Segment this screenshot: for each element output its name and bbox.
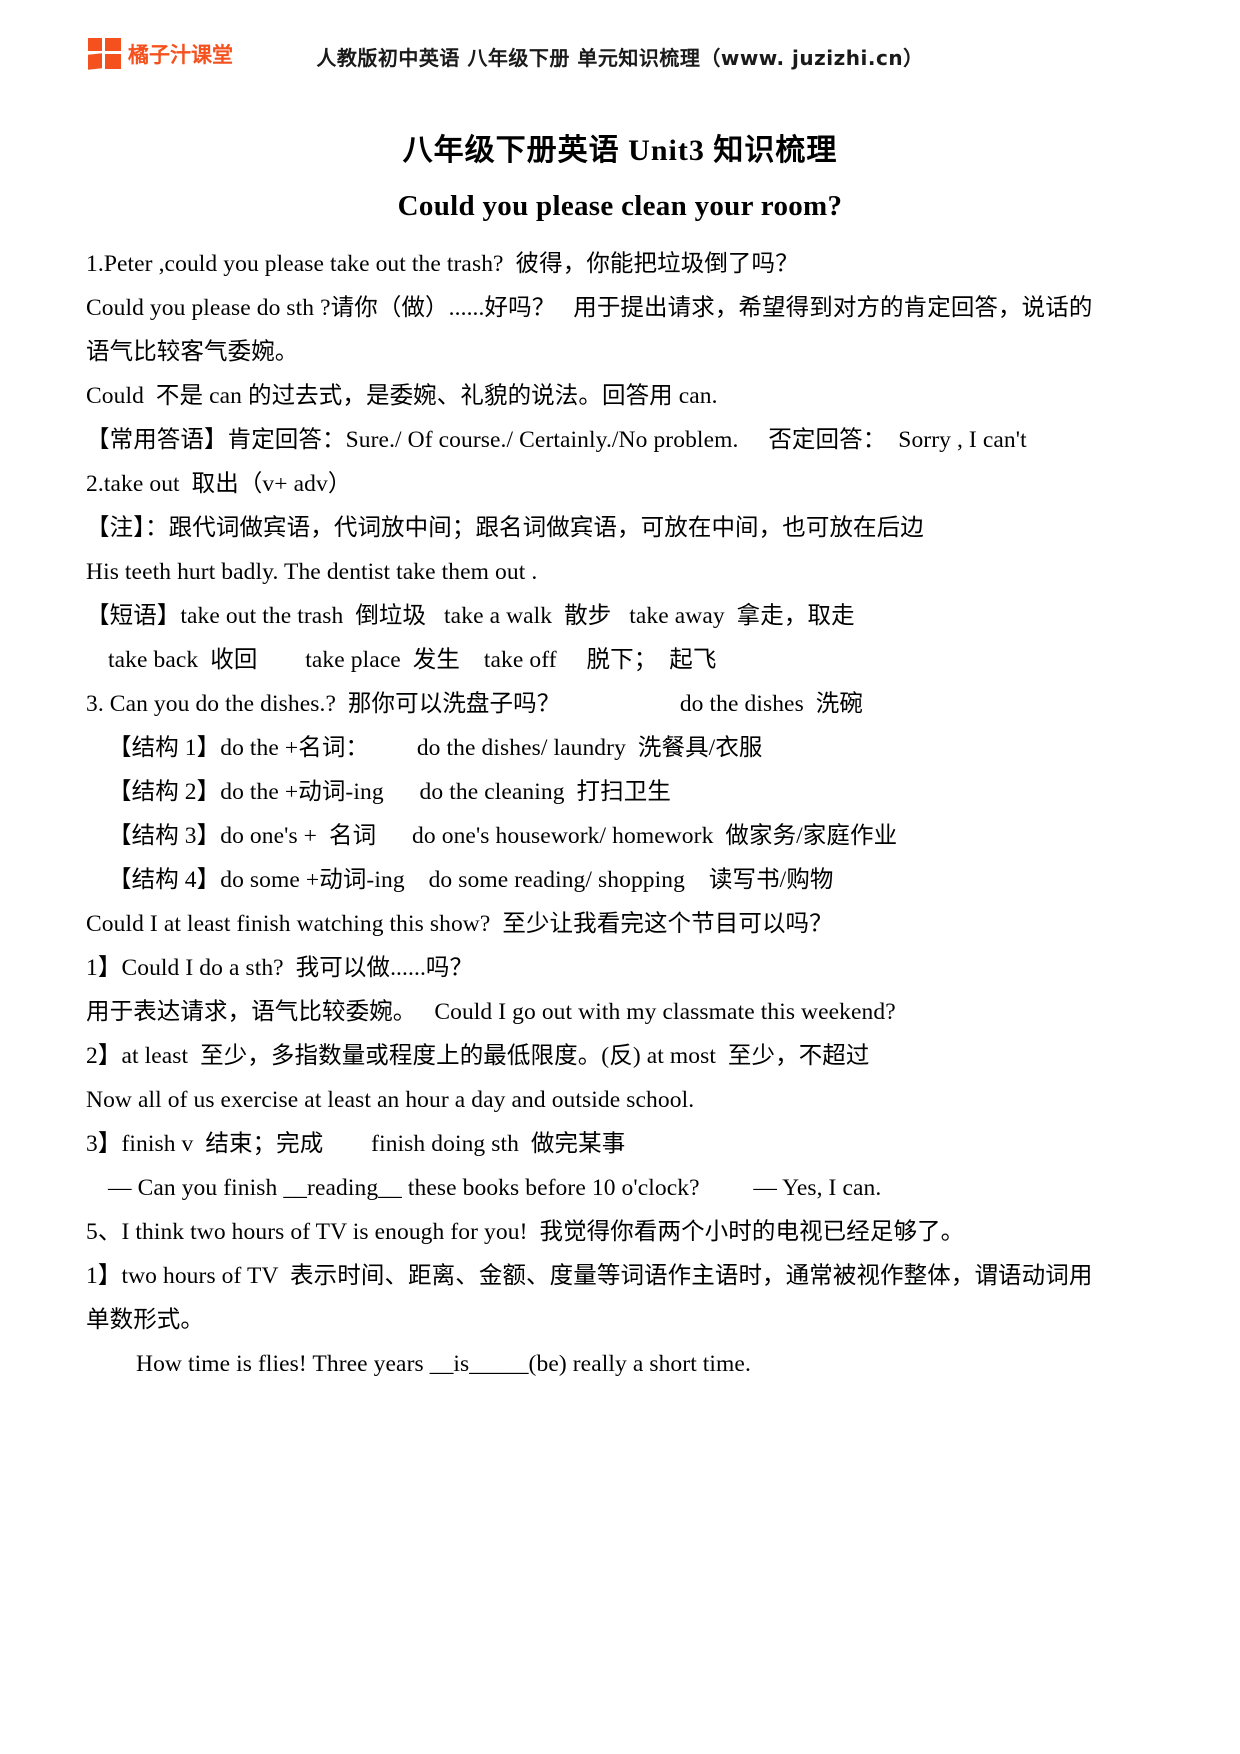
body-line: 【结构 1】do the +名词： do the dishes/ laundry… [108,735,763,761]
body-line: 3】finish v 结束；完成 finish doing sth 做完某事 [86,1131,626,1157]
body-line: His teeth hurt badly. The dentist take t… [86,559,538,585]
body-line: 2】at least 至少，多指数量或程度上的最低限度。(反) at most … [86,1043,870,1069]
page-title-en: Could you please clean your room? [397,190,843,222]
body-line: 【注】：跟代词做宾语，代词放中间；跟名词做宾语，可放在中间，也可放在后边 [86,515,924,541]
document-page: 橘子汁课堂 人教版初中英语 八年级下册 单元知识梳理（www. juzizhi.… [0,0,1240,1754]
body-line: 单数形式。 [86,1307,204,1333]
body-line: Could you please do sth ?请你（做）......好吗？ … [86,295,1093,321]
body-line: 【结构 2】do the +动词-ing do the cleaning 打扫卫… [108,779,671,805]
body-line: 【结构 4】do some +动词-ing do some reading/ s… [108,867,834,893]
body-line: 【短语】take out the trash 倒垃圾 take a walk 散… [86,603,855,629]
body-line: 【结构 3】do one's + 名词 do one's housework/ … [108,823,898,849]
body-line: 2.take out 取出（v+ adv） [86,471,352,497]
body-line: 语气比较客气委婉。 [86,339,299,365]
body-line: Could I at least finish watching this sh… [86,911,833,937]
body-line: How time is flies! Three years __is_____… [136,1351,751,1377]
body-line: Could 不是 can 的过去式，是委婉、礼貌的说法。回答用 can. [86,383,718,409]
header-title: 人教版初中英语 八年级下册 单元知识梳理（www. juzizhi.cn） [316,46,924,70]
body-line: 【常用答语】肯定回答：Sure./ Of course./ Certainly.… [86,427,1027,453]
page-header: 橘子汁课堂 人教版初中英语 八年级下册 单元知识梳理（www. juzizhi.… [0,36,1240,84]
body-line: 1】two hours of TV 表示时间、距离、金额、度量等词语作主语时，通… [86,1263,1093,1289]
body-line: 1】Could I do a sth? 我可以做......吗？ [86,955,474,981]
body-line: 用于表达请求，语气比较委婉。 Could I go out with my cl… [86,999,896,1025]
body-line: 3. Can you do the dishes.? 那你可以洗盘子吗？ do … [86,691,863,717]
body-line: 5、I think two hours of TV is enough for … [86,1219,965,1245]
document-body: 1.Peter ,could you please take out the t… [86,242,1156,1386]
page-title-cn: 八年级下册英语 Unit3 知识梳理 [402,134,838,167]
body-line: — Can you finish __reading__ these books… [108,1175,882,1201]
body-line: 1.Peter ,could you please take out the t… [86,251,799,277]
body-line: Now all of us exercise at least an hour … [86,1087,695,1113]
body-line: take back 收回 take place 发生 take off 脱下； … [108,647,717,673]
